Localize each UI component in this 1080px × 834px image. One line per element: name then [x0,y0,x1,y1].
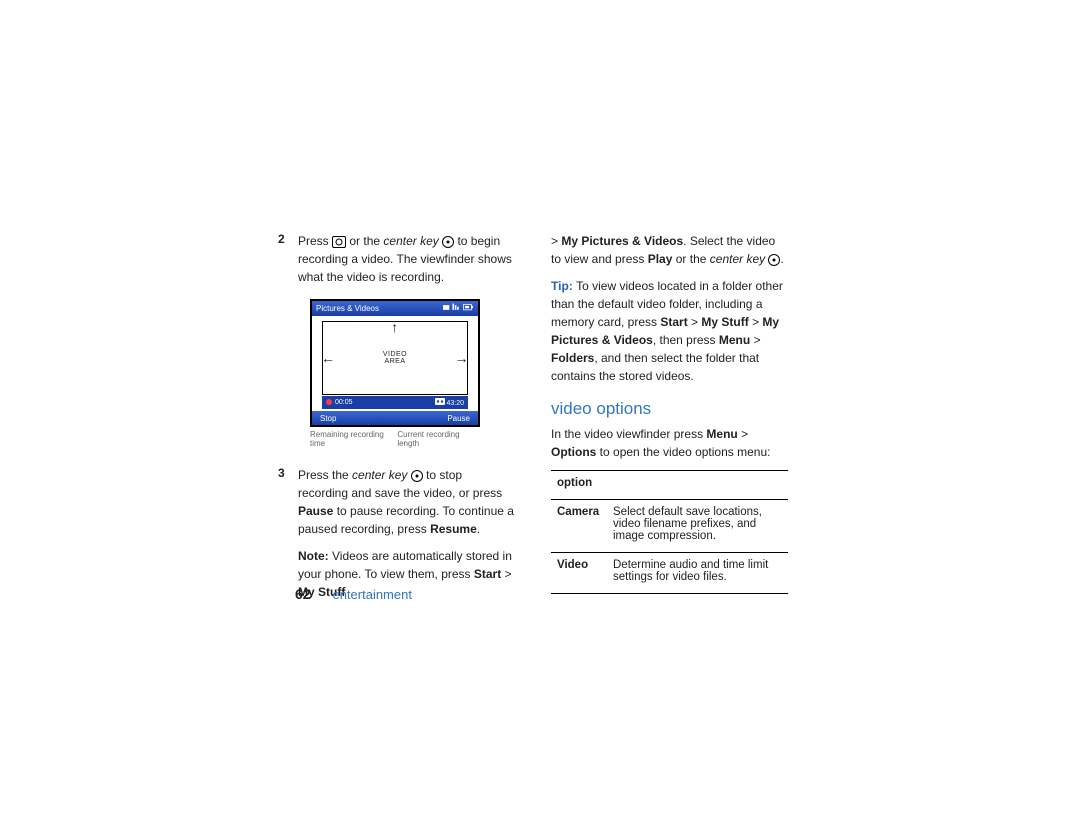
option-desc: Select default save locations, video fil… [607,500,788,553]
right-column: > My Pictures & Videos. Select the video… [551,232,788,610]
gt: > [551,234,561,248]
resume-label: Resume [430,522,477,536]
gt: > [505,567,512,581]
text: . [477,522,480,536]
arrow-up-icon: ↑ [391,320,399,334]
play-label: Play [648,252,673,266]
arrow-right-icon: → [455,351,470,365]
caption-right: Current recording length [397,430,480,448]
option-name: Camera [551,500,607,553]
path: My Pictures & Videos [561,234,683,248]
path: My Stuff [701,315,748,329]
step-number: 2 [278,232,288,295]
text: or the [676,252,710,266]
text: or the [349,234,383,248]
elapsed-time: 00:05 [326,399,353,406]
signal-battery-icon [443,303,475,312]
tape-icon [435,398,445,405]
path: Start [660,315,687,329]
path: Start [474,567,501,581]
step-2: 2 Press or the center key to begin recor… [278,232,515,295]
center-key-label: center key [710,252,765,266]
text: In the video viewfinder press [551,427,706,441]
arrow-left-icon: ← [321,351,336,365]
options-table: option Camera Select default save locati… [551,470,788,594]
viewfinder-softkeys: Stop Pause [312,411,478,425]
manual-page: 2 Press or the center key to begin recor… [278,232,788,610]
menu-label: Menu [706,427,737,441]
viewfinder-titlebar: Pictures & Videos [312,301,478,316]
remaining-time: 43:20 [435,398,464,407]
status-icons [443,303,475,314]
intro-paragraph: In the video viewfinder press Menu > Opt… [551,425,788,461]
tip-paragraph: Tip: To view videos located in a folder … [551,277,788,385]
tip-label: Tip: [551,279,576,293]
gt: > [752,315,762,329]
video-area-label: VIDEO AREA [383,351,407,365]
text: . [780,252,783,266]
pause-label: Pause [298,504,333,518]
step-number: 3 [278,466,288,610]
path: Menu [719,333,750,347]
continuation-line: > My Pictures & Videos. Select the video… [551,232,788,268]
table-row: Video Determine audio and time limit set… [551,553,788,594]
page-footer: 62 entertainment [295,586,412,602]
text: to open the video options menu: [600,445,771,459]
text: , then press [653,333,719,347]
section-heading: video options [551,399,788,419]
table-header-row: option [551,471,788,500]
viewfinder-area: ↑ ← → VIDEO AREA [322,321,468,395]
options-label: Options [551,445,596,459]
softkey-right: Pause [447,414,470,423]
note-label: Note: [298,549,332,563]
record-dot-icon [326,399,332,405]
softkey-left: Stop [320,414,336,423]
gt: > [754,333,761,347]
center-key-icon [768,254,780,266]
table-header: option [551,471,788,500]
path: Folders [551,351,594,365]
center-key-label: center key [352,468,407,482]
titlebar-label: Pictures & Videos [316,304,379,313]
center-key-icon [442,236,454,248]
viewfinder-screen: Pictures & Videos ↑ [310,299,480,427]
text: Press [298,234,332,248]
viewfinder-captions: Remaining recording time Current recordi… [310,430,480,448]
option-desc: Determine audio and time limit settings … [607,553,788,594]
left-column: 2 Press or the center key to begin recor… [278,232,515,610]
camera-icon [332,236,346,248]
option-name: Video [551,553,607,594]
gt: > [741,427,748,441]
center-key-icon [411,470,423,482]
text: Press the [298,468,352,482]
table-row: Camera Select default save locations, vi… [551,500,788,553]
gt: > [691,315,701,329]
viewfinder-status-bar: 00:05 43:20 [322,396,468,409]
step-body: Press or the center key to begin recordi… [298,232,515,295]
viewfinder-figure: Pictures & Videos ↑ [310,299,480,448]
page-number: 62 [295,586,311,602]
center-key-label: center key [383,234,438,248]
section-name: entertainment [332,587,412,602]
caption-left: Remaining recording time [310,430,397,448]
